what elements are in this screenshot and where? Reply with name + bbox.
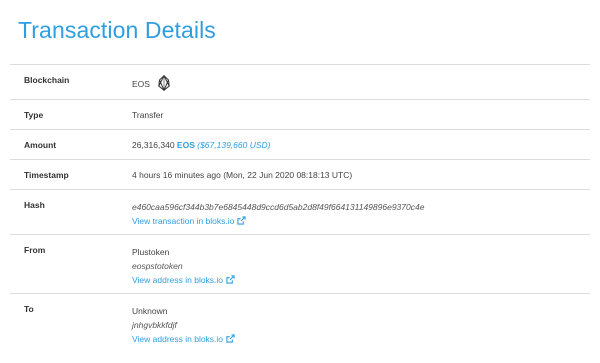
value-timestamp: 4 hours 16 minutes ago (Mon, 22 Jun 2020… — [132, 160, 590, 190]
page-title: Transaction Details — [18, 17, 216, 43]
view-to-address-link[interactable]: View address in bloks.io — [132, 334, 223, 344]
external-link-icon[interactable] — [226, 333, 235, 347]
label-type: Type — [10, 100, 132, 130]
value-from: Plustoken eospstotoken View address in b… — [132, 235, 590, 294]
label-hash-text: Hash — [24, 200, 45, 210]
label-blockchain: Blockchain — [10, 65, 132, 100]
row-timestamp: Timestamp 4 hours 16 minutes ago (Mon, 2… — [10, 159, 590, 190]
external-link-icon[interactable] — [226, 274, 235, 288]
view-transaction-link[interactable]: View transaction in bloks.io — [132, 216, 234, 226]
label-from-text: From — [24, 245, 46, 255]
to-account: jnhgvbkkfdjf — [132, 320, 177, 330]
amount-quantity: 26,316,340 — [132, 140, 175, 150]
external-link-icon[interactable] — [237, 215, 247, 229]
timestamp-value: 4 hours 16 minutes ago (Mon, 22 Jun 2020… — [132, 170, 353, 180]
value-to: Unknown jnhgvbkkfdjf View address in blo… — [132, 294, 590, 354]
label-to: To — [10, 294, 132, 354]
from-account: eospstotoken — [132, 261, 183, 271]
row-to: To Unknown jnhgvbkkfdjf View address in … — [10, 293, 590, 354]
from-name: Plustoken — [132, 247, 170, 257]
amount-usd: ($67,139,660 USD) — [197, 140, 271, 150]
row-blockchain: Blockchain EOS — [10, 64, 590, 100]
blockchain-value: EOS — [132, 79, 150, 89]
label-to-text: To — [24, 304, 34, 314]
label-amount-text: Amount — [24, 140, 57, 150]
value-hash: e460caa596cf344b3b7e6845448d9ccd6d5ab2d8… — [132, 190, 590, 235]
label-timestamp-text: Timestamp — [24, 170, 69, 180]
eos-logo-icon — [158, 74, 171, 93]
label-type-text: Type — [24, 110, 44, 120]
row-from: From Plustoken eospstotoken View address… — [10, 234, 590, 294]
label-from: From — [10, 235, 132, 294]
row-type: Type Transfer — [10, 99, 590, 130]
label-blockchain-text: Blockchain — [24, 75, 70, 85]
to-name: Unknown — [132, 306, 168, 316]
view-from-address-link[interactable]: View address in bloks.io — [132, 275, 223, 285]
hash-value: e460caa596cf344b3b7e6845448d9ccd6d5ab2d8… — [132, 202, 425, 212]
transaction-details-table: Blockchain EOS Type Transfer Amount 26,3… — [10, 64, 590, 354]
value-type: Transfer — [132, 100, 590, 130]
row-amount: Amount 26,316,340 EOS ($67,139,660 USD) — [10, 129, 590, 160]
label-timestamp: Timestamp — [10, 160, 132, 190]
label-hash: Hash — [10, 190, 132, 235]
value-blockchain: EOS — [132, 65, 590, 100]
value-amount: 26,316,340 EOS ($67,139,660 USD) — [132, 130, 590, 160]
row-hash: Hash e460caa596cf344b3b7e6845448d9ccd6d5… — [10, 189, 590, 235]
amount-currency-link[interactable]: EOS — [177, 140, 195, 150]
label-amount: Amount — [10, 130, 132, 160]
type-value: Transfer — [132, 110, 164, 120]
